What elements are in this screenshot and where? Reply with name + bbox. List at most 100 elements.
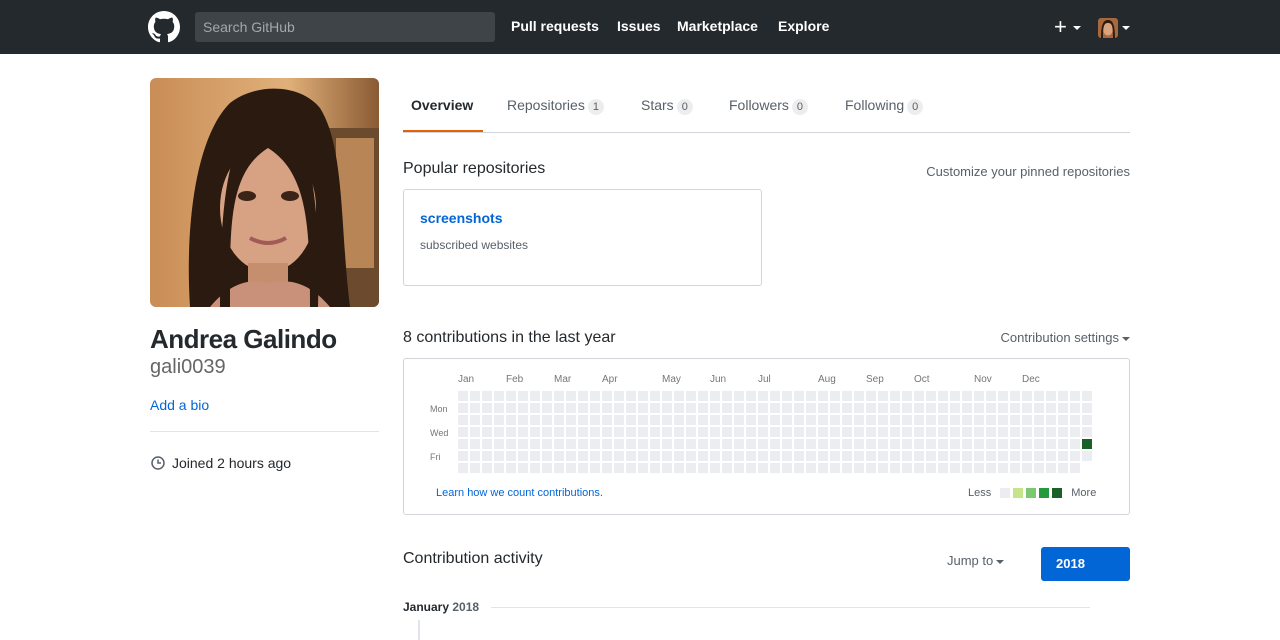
contribution-day-cell[interactable] [962, 439, 972, 449]
contribution-day-cell[interactable] [770, 391, 780, 401]
contribution-day-cell[interactable] [974, 427, 984, 437]
contribution-day-cell[interactable] [758, 391, 768, 401]
contribution-day-cell[interactable] [974, 391, 984, 401]
contribution-day-cell[interactable] [1022, 415, 1032, 425]
create-new-button[interactable]: + [1054, 14, 1081, 40]
contribution-day-cell[interactable] [578, 391, 588, 401]
contribution-day-cell[interactable] [938, 451, 948, 461]
contribution-day-cell[interactable] [578, 427, 588, 437]
contribution-day-cell[interactable] [686, 415, 696, 425]
contribution-day-cell[interactable] [974, 463, 984, 473]
contribution-day-cell[interactable] [1082, 403, 1092, 413]
contribution-day-cell[interactable] [638, 391, 648, 401]
contribution-day-cell[interactable] [1046, 451, 1056, 461]
contribution-day-cell[interactable] [878, 391, 888, 401]
contribution-day-cell[interactable] [734, 427, 744, 437]
contribution-day-cell[interactable] [842, 391, 852, 401]
contribution-day-cell[interactable] [902, 415, 912, 425]
contribution-day-cell[interactable] [770, 427, 780, 437]
contribution-day-cell[interactable] [674, 391, 684, 401]
contribution-day-cell[interactable] [890, 391, 900, 401]
contribution-day-cell[interactable] [830, 415, 840, 425]
contribution-day-cell[interactable] [902, 439, 912, 449]
contribution-day-cell[interactable] [974, 451, 984, 461]
contribution-day-cell[interactable] [782, 463, 792, 473]
contribution-day-cell[interactable] [710, 463, 720, 473]
contribution-day-cell[interactable] [866, 439, 876, 449]
contribution-day-cell[interactable] [698, 439, 708, 449]
jump-to-dropdown[interactable]: Jump to [947, 553, 1005, 568]
contribution-day-cell[interactable] [566, 403, 576, 413]
contribution-day-cell[interactable] [842, 427, 852, 437]
contribution-day-cell[interactable] [806, 439, 816, 449]
nav-issues[interactable]: Issues [617, 18, 661, 34]
contribution-day-cell[interactable] [686, 403, 696, 413]
contribution-day-cell[interactable] [710, 415, 720, 425]
contribution-day-cell[interactable] [554, 439, 564, 449]
contribution-day-cell[interactable] [950, 451, 960, 461]
contribution-day-cell[interactable] [470, 439, 480, 449]
contribution-day-cell[interactable] [566, 415, 576, 425]
contribution-day-cell[interactable] [830, 439, 840, 449]
contribution-day-cell[interactable] [842, 451, 852, 461]
contribution-day-cell[interactable] [878, 427, 888, 437]
contribution-day-cell[interactable] [650, 463, 660, 473]
contribution-day-cell[interactable] [554, 391, 564, 401]
contribution-day-cell[interactable] [722, 451, 732, 461]
contribution-day-cell[interactable] [1082, 427, 1092, 437]
contribution-day-cell[interactable] [1034, 463, 1044, 473]
contribution-day-cell[interactable] [746, 451, 756, 461]
contribution-day-cell[interactable] [770, 451, 780, 461]
contribution-day-cell[interactable] [734, 403, 744, 413]
contribution-day-cell[interactable] [614, 451, 624, 461]
contribution-day-cell[interactable] [998, 427, 1008, 437]
contribution-day-cell[interactable] [674, 451, 684, 461]
contribution-day-cell[interactable] [794, 403, 804, 413]
contribution-day-cell[interactable] [926, 403, 936, 413]
contribution-day-cell[interactable] [482, 439, 492, 449]
contribution-day-cell[interactable] [542, 463, 552, 473]
contribution-day-cell[interactable] [914, 391, 924, 401]
contribution-day-cell[interactable] [842, 403, 852, 413]
contribution-day-cell[interactable] [626, 451, 636, 461]
contribution-day-cell[interactable] [842, 463, 852, 473]
contribution-day-cell[interactable] [830, 451, 840, 461]
contribution-day-cell[interactable] [950, 439, 960, 449]
contribution-day-cell[interactable] [494, 391, 504, 401]
nav-pull-requests[interactable]: Pull requests [511, 18, 599, 34]
contribution-day-cell[interactable] [710, 439, 720, 449]
contribution-day-cell[interactable] [734, 391, 744, 401]
contribution-day-cell[interactable] [590, 403, 600, 413]
contribution-day-cell[interactable] [1034, 403, 1044, 413]
contribution-day-cell[interactable] [1034, 427, 1044, 437]
contribution-day-cell[interactable] [506, 403, 516, 413]
contribution-day-cell[interactable] [854, 427, 864, 437]
contribution-day-cell[interactable] [746, 403, 756, 413]
contribution-day-cell[interactable] [1082, 391, 1092, 401]
contribution-day-cell[interactable] [986, 439, 996, 449]
contribution-day-cell[interactable] [986, 415, 996, 425]
contribution-day-cell[interactable] [698, 463, 708, 473]
contribution-day-cell[interactable] [458, 391, 468, 401]
contribution-day-cell[interactable] [482, 391, 492, 401]
contribution-day-cell[interactable] [638, 451, 648, 461]
contribution-day-cell[interactable] [1046, 403, 1056, 413]
contribution-day-cell[interactable] [578, 439, 588, 449]
contribution-day-cell[interactable] [662, 403, 672, 413]
contribution-day-cell[interactable] [482, 427, 492, 437]
contribution-day-cell[interactable] [962, 415, 972, 425]
contribution-day-cell[interactable] [770, 403, 780, 413]
contribution-day-cell[interactable] [782, 427, 792, 437]
contribution-day-cell[interactable] [854, 451, 864, 461]
contribution-day-cell[interactable] [938, 427, 948, 437]
contribution-day-cell[interactable] [734, 451, 744, 461]
contribution-day-cell[interactable] [782, 439, 792, 449]
contribution-day-cell[interactable] [866, 451, 876, 461]
contribution-day-cell[interactable] [674, 439, 684, 449]
contribution-day-cell[interactable] [746, 439, 756, 449]
contribution-day-cell[interactable] [494, 415, 504, 425]
profile-avatar[interactable] [150, 78, 379, 307]
contribution-day-cell[interactable] [758, 427, 768, 437]
contribution-day-cell[interactable] [734, 415, 744, 425]
contribution-day-cell[interactable] [758, 439, 768, 449]
